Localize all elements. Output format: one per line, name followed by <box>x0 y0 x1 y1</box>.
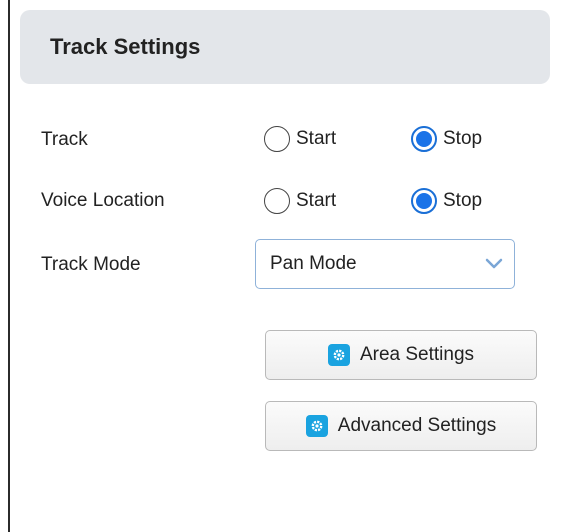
radio-checked-icon <box>411 126 437 152</box>
voice-location-stop-radio[interactable]: Stop <box>411 188 482 214</box>
radio-checked-icon <box>411 188 437 214</box>
voice-location-start-label: Start <box>296 190 337 211</box>
radio-unchecked-icon <box>264 188 290 214</box>
area-settings-button[interactable]: Area Settings <box>265 330 537 380</box>
track-stop-radio[interactable]: Stop <box>411 126 482 152</box>
voice-location-label: Voice Location <box>41 190 165 211</box>
track-mode-label: Track Mode <box>41 254 141 275</box>
advanced-settings-button[interactable]: Advanced Settings <box>265 401 537 451</box>
track-mode-value: Pan Mode <box>270 253 357 274</box>
track-label: Track <box>41 129 88 150</box>
track-stop-label: Stop <box>443 128 483 149</box>
advanced-settings-label: Advanced Settings <box>337 415 497 436</box>
gear-icon <box>305 415 328 437</box>
voice-location-start-radio[interactable]: Start <box>264 188 336 214</box>
track-start-label: Start <box>296 128 337 149</box>
voice-location-stop-label: Stop <box>443 190 483 211</box>
left-border <box>8 0 10 532</box>
area-settings-label: Area Settings <box>359 344 475 365</box>
panel-header: Track Settings <box>20 10 550 84</box>
chevron-down-icon <box>474 258 514 270</box>
gear-icon <box>327 344 350 366</box>
track-mode-select[interactable]: Pan Mode <box>255 239 515 289</box>
radio-unchecked-icon <box>264 126 290 152</box>
track-start-radio[interactable]: Start <box>264 126 336 152</box>
panel-title: Track Settings <box>50 34 201 59</box>
